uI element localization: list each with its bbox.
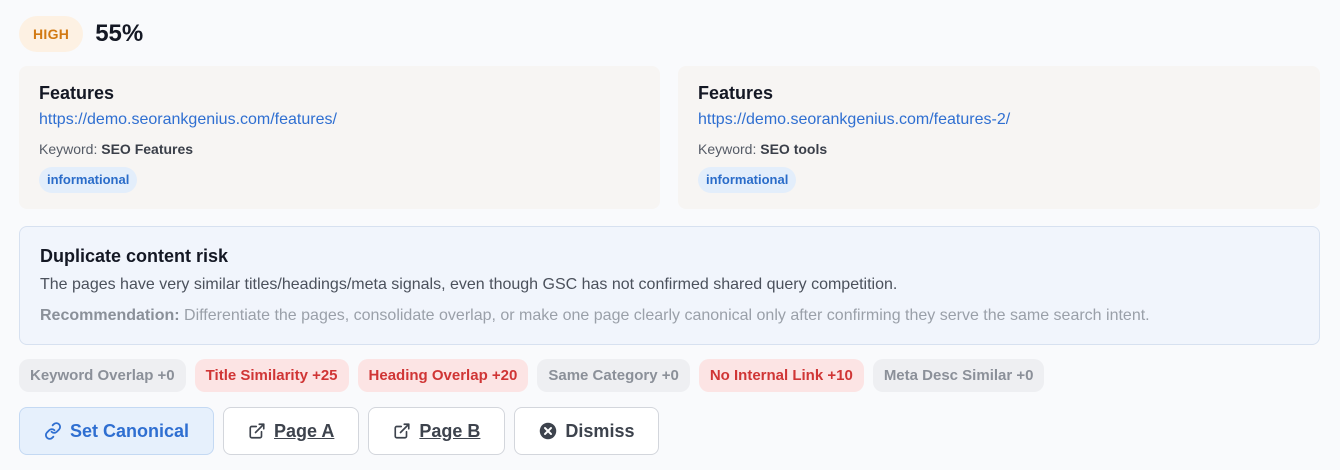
open-page-a-button[interactable]: Page A [223, 407, 360, 455]
open-page-b-button[interactable]: Page B [368, 407, 506, 455]
recommendation-label: Recommendation: [40, 307, 180, 324]
signal-chip-title-similarity: Title Similarity +25 [194, 359, 349, 392]
page-a-card: Features https://demo.seorankgenius.com/… [19, 66, 660, 209]
risk-title: Duplicate content risk [40, 246, 229, 266]
page-b-card: Features https://demo.seorankgenius.com/… [678, 66, 1320, 209]
page-b-label: Page B [419, 420, 481, 441]
page-b-keyword: Keyword: SEO tools [698, 140, 1300, 158]
external-link-icon [248, 422, 266, 440]
action-buttons: Set Canonical Page A Page B Dismiss [19, 407, 660, 455]
overlap-score: 55% [95, 20, 144, 47]
page-a-url-link[interactable]: https://demo.seorankgenius.com/features/ [39, 110, 640, 130]
keyword-value: SEO tools [760, 141, 828, 157]
keyword-label: Keyword: [39, 141, 98, 157]
close-circle-icon [539, 422, 557, 440]
risk-explanation: Duplicate content risk The pages have ve… [19, 226, 1320, 345]
risk-description: The pages have very similar titles/headi… [40, 276, 898, 293]
page-b-intent-tag: informational [698, 167, 797, 193]
signal-chip-meta-desc-similar: Meta Desc Similar +0 [872, 359, 1045, 392]
keyword-value: SEO Features [101, 141, 194, 157]
signal-chip-heading-overlap: Heading Overlap +20 [357, 359, 529, 392]
recommendation-text: Differentiate the pages, consolidate ove… [184, 307, 1150, 324]
dismiss-button[interactable]: Dismiss [514, 407, 660, 455]
risk-recommendation: Recommendation: Differentiate the pages,… [40, 306, 1299, 326]
set-canonical-button[interactable]: Set Canonical [19, 407, 215, 455]
set-canonical-label: Set Canonical [70, 420, 190, 441]
signal-chip-no-internal-link: No Internal Link +10 [698, 359, 864, 392]
signal-chip-keyword-overlap: Keyword Overlap +0 [19, 359, 186, 392]
page-b-url-link[interactable]: https://demo.seorankgenius.com/features-… [698, 110, 1300, 130]
page-a-intent-tag: informational [39, 167, 138, 193]
risk-level-badge: HIGH [19, 16, 84, 52]
card-header: HIGH 55% [19, 16, 143, 52]
signal-chip-same-category: Same Category +0 [537, 359, 690, 392]
page-b-title: Features [698, 83, 774, 103]
page-a-keyword: Keyword: SEO Features [39, 140, 640, 158]
page-a-label: Page A [274, 420, 335, 441]
signal-chips: Keyword Overlap +0 Title Similarity +25 … [19, 359, 1045, 392]
external-link-icon [393, 422, 411, 440]
page-a-title: Features [39, 83, 115, 103]
link-icon [44, 422, 62, 440]
cannibalization-card: HIGH 55% Features https://demo.seorankge… [0, 0, 1340, 470]
dismiss-label: Dismiss [565, 420, 635, 441]
keyword-label: Keyword: [698, 141, 757, 157]
